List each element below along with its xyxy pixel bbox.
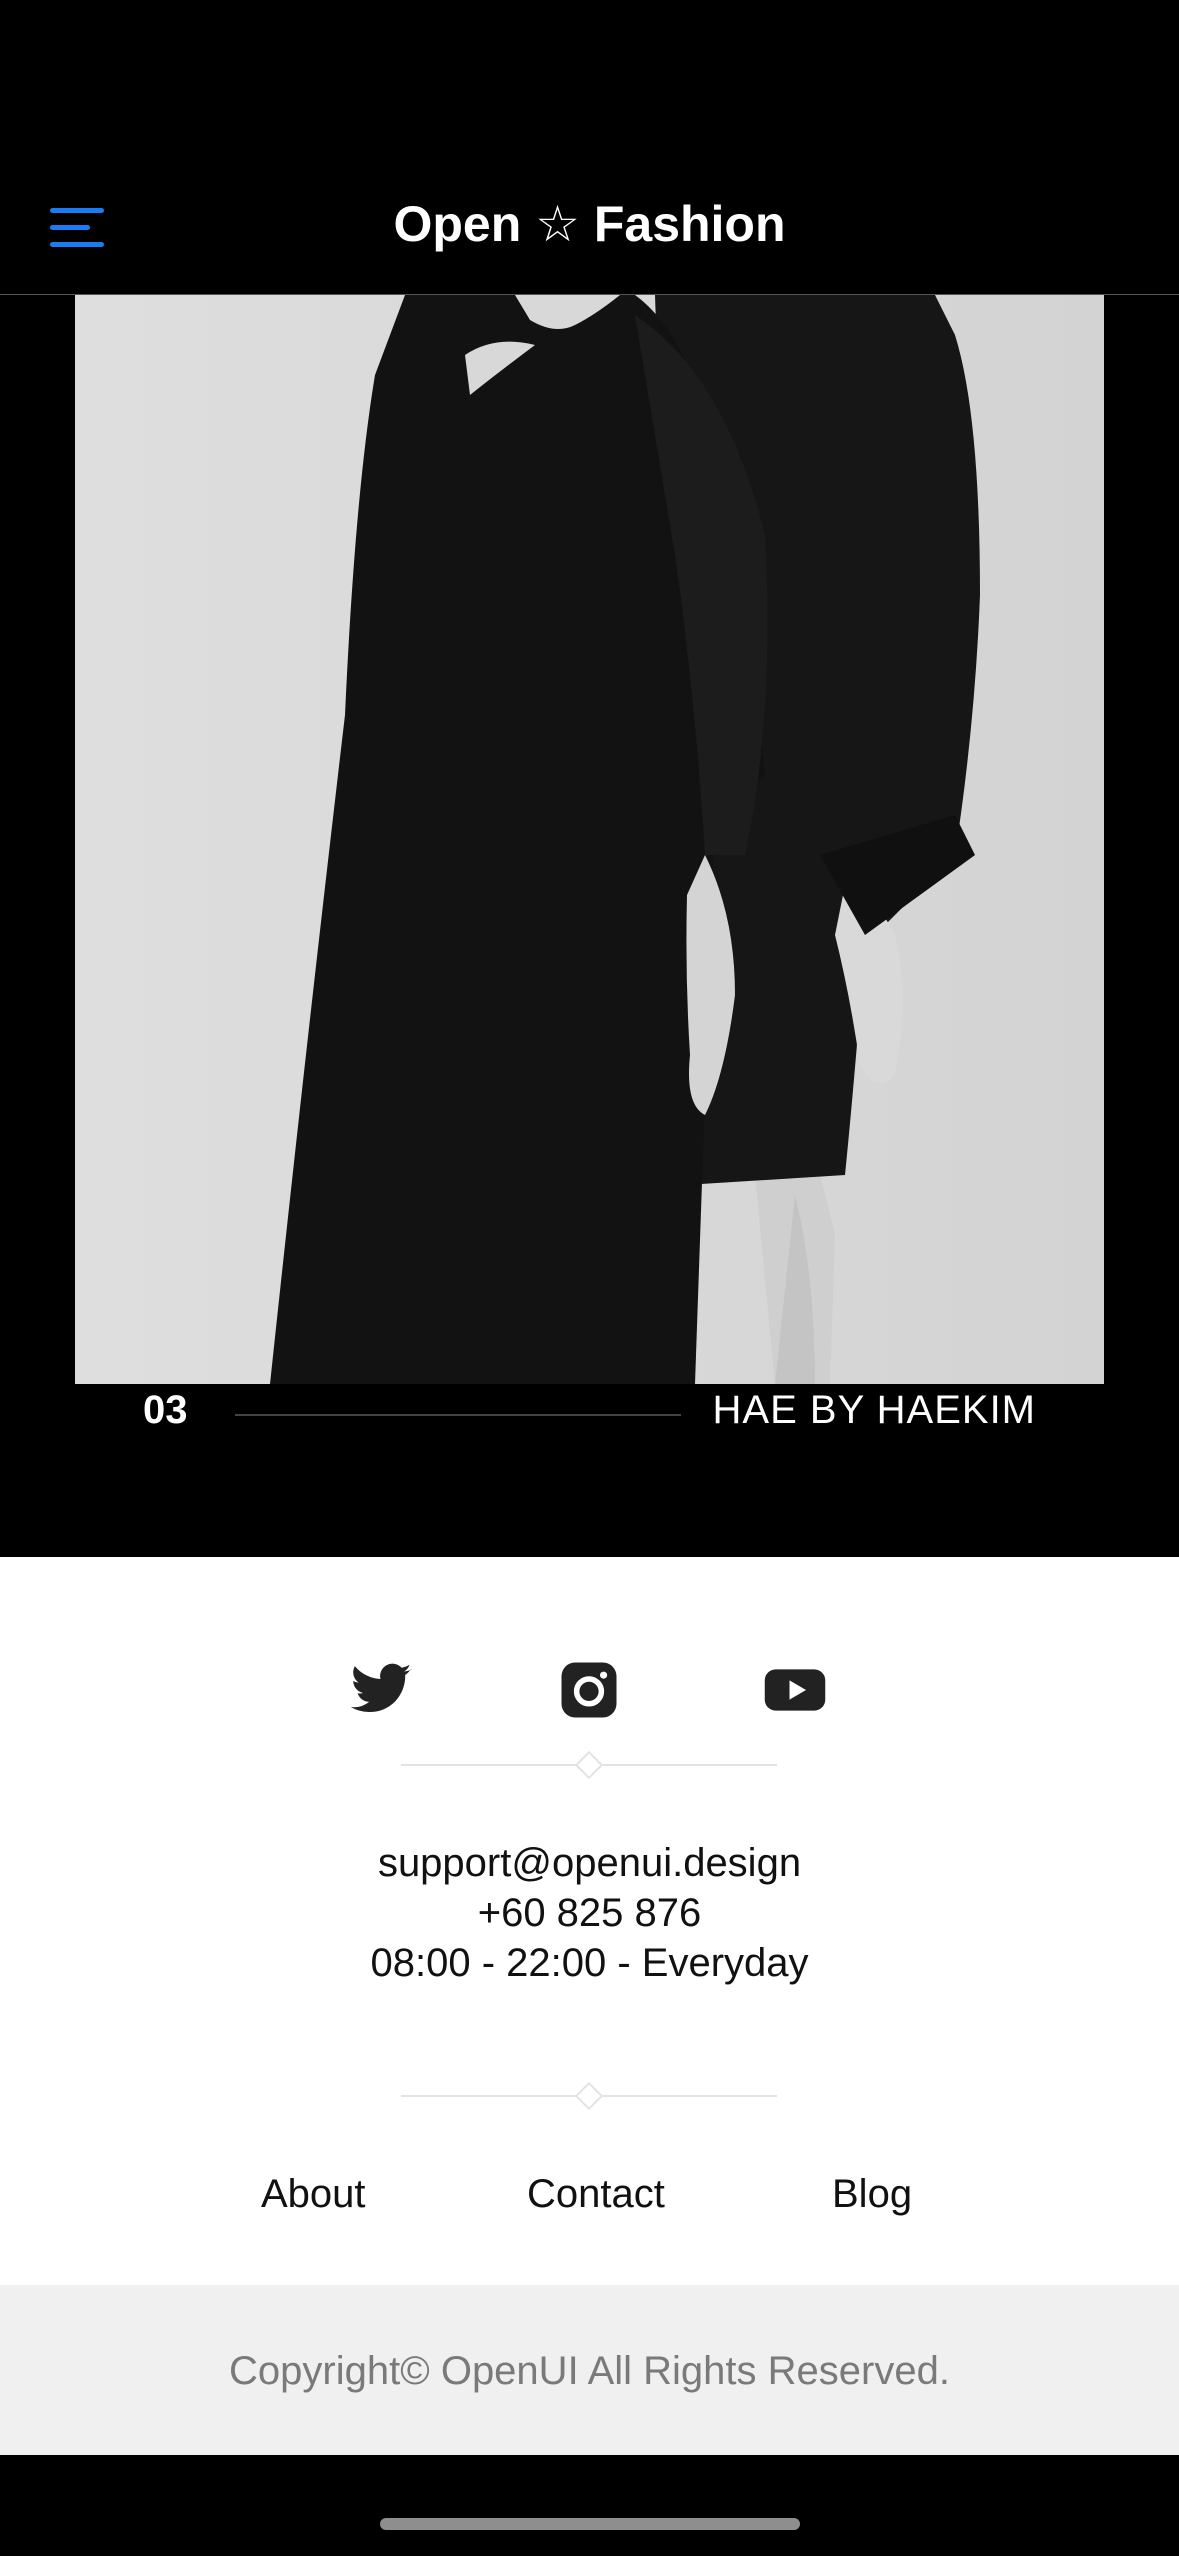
hero-image xyxy=(75,295,1104,1384)
support-phone[interactable]: +60 825 876 xyxy=(0,1891,1179,1936)
home-indicator[interactable] xyxy=(380,2518,800,2530)
footer-link-about[interactable]: About xyxy=(261,2172,366,2217)
footer-divider-2 xyxy=(401,2081,777,2111)
brand-title: Open ☆ Fashion xyxy=(393,196,786,252)
support-hours: 08:00 - 22:00 - Everyday xyxy=(370,1941,809,1985)
footer-link-contact[interactable]: Contact xyxy=(527,2172,665,2217)
slide-index: 03 xyxy=(143,1388,188,1432)
caption-divider xyxy=(235,1414,681,1416)
youtube-icon[interactable] xyxy=(762,1657,828,1723)
footer-divider-1 xyxy=(401,1750,777,1780)
hero-caption: 03 HAE BY HAEKIM xyxy=(75,1384,1104,1444)
copyright-bar: Copyright© OpenUI All Rights Reserved. xyxy=(0,2285,1179,2455)
instagram-icon[interactable] xyxy=(556,1657,622,1723)
twitter-icon[interactable] xyxy=(348,1657,414,1723)
support-email[interactable]: support@openui.design xyxy=(0,1841,1179,1886)
app-header: Open ☆ Fashion xyxy=(0,0,1179,295)
copyright-text: Copyright© OpenUI All Rights Reserved. xyxy=(229,2349,950,2393)
footer: support@openui.design +60 825 876 08:00 … xyxy=(0,1557,1179,2285)
brand-label: HAE BY HAEKIM xyxy=(712,1388,1036,1432)
footer-link-blog[interactable]: Blog xyxy=(832,2172,912,2217)
